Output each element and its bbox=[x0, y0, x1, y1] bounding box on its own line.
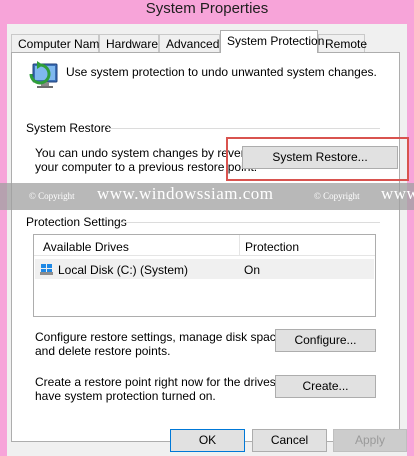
tab-computer-name[interactable]: Computer Name bbox=[11, 34, 106, 52]
watermark-band: © Copyright www.windowssiam.com © Copyri… bbox=[0, 183, 414, 210]
column-divider bbox=[239, 235, 240, 255]
tab-advanced[interactable]: Advanced bbox=[159, 34, 220, 52]
column-available-drives[interactable]: Available Drives bbox=[43, 240, 129, 254]
table-row[interactable]: Local Disk (C:) (System) On bbox=[35, 259, 374, 279]
ok-button[interactable]: OK bbox=[170, 429, 245, 452]
drives-list[interactable]: Available Drives Protection Local Disk (… bbox=[33, 234, 376, 317]
protection-settings-divider bbox=[120, 222, 380, 223]
watermark-site-2: www bbox=[381, 184, 414, 203]
system-restore-description-line2: your computer to a previous restore poin… bbox=[35, 160, 258, 174]
drives-list-header: Available Drives Protection bbox=[34, 235, 375, 256]
watermark-copyright-2: © Copyright bbox=[314, 191, 360, 201]
tab-system-protection[interactable]: System Protection bbox=[220, 30, 324, 53]
drive-name: Local Disk (C:) (System) bbox=[58, 263, 189, 277]
create-text-line1: Create a restore point right now for the… bbox=[35, 375, 300, 389]
tab-remote[interactable]: Remote bbox=[318, 34, 367, 52]
apply-button[interactable]: Apply bbox=[333, 429, 407, 452]
local-disk-icon bbox=[40, 262, 54, 276]
configure-text-line2: and delete restore points. bbox=[35, 344, 171, 358]
protection-settings-group-label: Protection Settings bbox=[26, 215, 127, 229]
column-protection[interactable]: Protection bbox=[245, 240, 299, 254]
configure-button[interactable]: Configure... bbox=[275, 329, 376, 352]
watermark-copyright: © Copyright bbox=[29, 191, 75, 201]
watermark-site: www.windowssiam.com bbox=[97, 184, 274, 203]
cancel-button[interactable]: Cancel bbox=[252, 429, 327, 452]
create-text-line2: have system protection turned on. bbox=[35, 389, 216, 403]
system-protection-icon bbox=[27, 60, 61, 94]
intro-text: Use system protection to undo unwanted s… bbox=[66, 65, 377, 79]
drive-protection-status: On bbox=[244, 263, 261, 277]
title-bar: System Properties bbox=[0, 0, 414, 24]
window-title: System Properties bbox=[145, 0, 269, 17]
highlight-box bbox=[226, 137, 409, 181]
system-restore-divider bbox=[108, 128, 380, 129]
create-button[interactable]: Create... bbox=[275, 375, 376, 398]
tab-hardware[interactable]: Hardware bbox=[99, 34, 159, 52]
system-restore-group-label: System Restore bbox=[26, 121, 112, 135]
configure-text-line1: Configure restore settings, manage disk … bbox=[35, 330, 286, 344]
